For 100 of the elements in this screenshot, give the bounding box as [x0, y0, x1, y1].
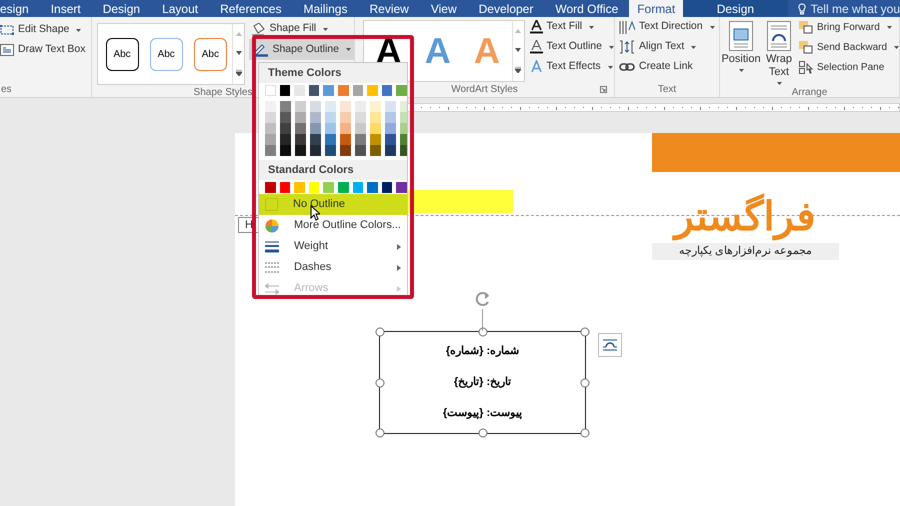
color-swatch[interactable]	[370, 112, 381, 123]
ribbon-tab[interactable]: Design	[683, 0, 788, 17]
color-swatch[interactable]	[295, 112, 306, 123]
color-swatch[interactable]	[265, 112, 276, 123]
color-swatch[interactable]	[385, 112, 396, 123]
ribbon-tab[interactable]: Layout	[151, 0, 210, 17]
color-swatch[interactable]	[385, 123, 396, 134]
color-swatch[interactable]	[280, 112, 291, 123]
color-swatch[interactable]	[355, 101, 366, 112]
color-swatch[interactable]	[323, 182, 334, 193]
color-swatch[interactable]	[396, 85, 407, 96]
ribbon-command[interactable]: Wrap Text	[760, 21, 798, 85]
color-swatch[interactable]	[355, 112, 366, 123]
color-swatch[interactable]	[325, 134, 336, 145]
color-swatch[interactable]	[385, 101, 396, 112]
color-swatch[interactable]	[382, 85, 392, 96]
color-swatch[interactable]	[310, 112, 321, 123]
color-swatch[interactable]	[280, 123, 291, 134]
gallery-scroller[interactable]	[232, 24, 244, 84]
ribbon-command[interactable]: Edit Shape	[0, 20, 86, 40]
color-swatch[interactable]	[370, 101, 381, 112]
resize-handle[interactable]	[478, 428, 487, 438]
color-swatch[interactable]	[308, 182, 320, 193]
resize-handle[interactable]	[580, 328, 590, 336]
color-swatch[interactable]	[370, 134, 381, 145]
color-swatch[interactable]	[325, 145, 336, 156]
color-swatch[interactable]	[323, 85, 334, 96]
color-swatch[interactable]	[338, 85, 349, 96]
menu-item[interactable]: No Outline	[259, 194, 407, 215]
color-swatch[interactable]	[382, 182, 392, 193]
color-swatch[interactable]	[280, 182, 290, 193]
color-swatch[interactable]	[265, 145, 276, 156]
ribbon-tab[interactable]: Review	[358, 0, 420, 17]
resize-handle[interactable]	[478, 328, 487, 336]
color-swatch[interactable]	[355, 145, 366, 156]
ribbon-command[interactable]: Align Text	[619, 37, 715, 57]
color-swatch[interactable]	[280, 85, 290, 96]
color-swatch[interactable]	[294, 182, 305, 193]
ribbon-tab[interactable]: Mailings	[292, 0, 358, 17]
ribbon-command[interactable]: Bring Forward	[799, 17, 900, 37]
resize-handle[interactable]	[580, 378, 590, 387]
color-swatch[interactable]	[294, 85, 305, 96]
resize-handle[interactable]	[376, 328, 384, 336]
shape-style-preset[interactable]: Abc	[194, 38, 227, 70]
color-swatch[interactable]	[280, 101, 291, 112]
ribbon-command[interactable]: Text Outline	[530, 37, 614, 57]
ribbon-tab[interactable]: esign	[0, 0, 40, 17]
color-swatch[interactable]	[352, 85, 364, 96]
resize-handle[interactable]	[580, 428, 590, 438]
color-swatch[interactable]	[265, 182, 276, 193]
ribbon-command[interactable]: Text Effects	[530, 57, 614, 77]
resize-handle[interactable]	[376, 428, 384, 438]
color-swatch[interactable]	[367, 85, 378, 96]
color-swatch[interactable]	[295, 145, 306, 156]
ribbon-tab[interactable]: Word Office	[544, 0, 630, 17]
resize-handle[interactable]	[376, 378, 384, 387]
ribbon-tab[interactable]: View	[420, 0, 468, 17]
color-swatch[interactable]	[370, 145, 381, 156]
color-swatch[interactable]	[325, 101, 336, 112]
color-swatch[interactable]	[325, 112, 336, 123]
ribbon-tab[interactable]: Format	[629, 0, 684, 17]
color-swatch[interactable]	[340, 112, 351, 123]
color-swatch[interactable]	[265, 85, 276, 96]
ribbon-tab[interactable]: Insert	[40, 0, 92, 17]
color-swatch[interactable]	[340, 101, 351, 112]
color-swatch[interactable]	[265, 123, 276, 134]
shape-style-preset[interactable]: Abc	[150, 38, 183, 70]
color-swatch[interactable]	[280, 134, 291, 145]
color-swatch[interactable]	[295, 134, 306, 145]
ribbon-command[interactable]: Create Link	[619, 57, 715, 77]
color-swatch[interactable]	[340, 134, 351, 145]
ribbon-command[interactable]: Send Backward	[799, 37, 900, 57]
color-swatch[interactable]	[340, 123, 351, 134]
color-swatch[interactable]	[265, 134, 276, 145]
tell-me-field[interactable]: Tell me what you	[810, 0, 900, 18]
color-swatch[interactable]	[352, 182, 364, 193]
shape-style-preset[interactable]: Abc	[106, 38, 139, 70]
ribbon-command[interactable]: Shape Outline	[249, 39, 354, 60]
color-swatch[interactable]	[367, 182, 378, 193]
color-swatch[interactable]	[370, 123, 381, 134]
ribbon-command[interactable]: Draw Text Box	[0, 40, 86, 60]
color-swatch[interactable]	[355, 123, 366, 134]
ribbon-command[interactable]: Text Direction	[619, 17, 715, 37]
color-swatch[interactable]	[310, 123, 321, 134]
color-swatch[interactable]	[295, 101, 306, 112]
color-swatch[interactable]	[310, 145, 321, 156]
gallery-scroller[interactable]	[512, 21, 524, 81]
color-swatch[interactable]	[308, 85, 320, 96]
color-swatch[interactable]	[396, 182, 407, 193]
color-swatch[interactable]	[385, 134, 396, 145]
color-swatch[interactable]	[325, 123, 336, 134]
color-swatch[interactable]	[310, 134, 321, 145]
ribbon-command[interactable]: Text Fill	[530, 17, 614, 37]
ribbon-tab[interactable]: Design	[92, 0, 152, 17]
menu-item[interactable]: Dashes	[259, 257, 407, 278]
menu-item[interactable]: Weight	[259, 236, 407, 257]
color-swatch[interactable]	[338, 182, 349, 193]
ribbon-command[interactable]: Selection Pane	[799, 57, 900, 77]
color-swatch[interactable]	[340, 145, 351, 156]
color-swatch[interactable]	[295, 123, 306, 134]
